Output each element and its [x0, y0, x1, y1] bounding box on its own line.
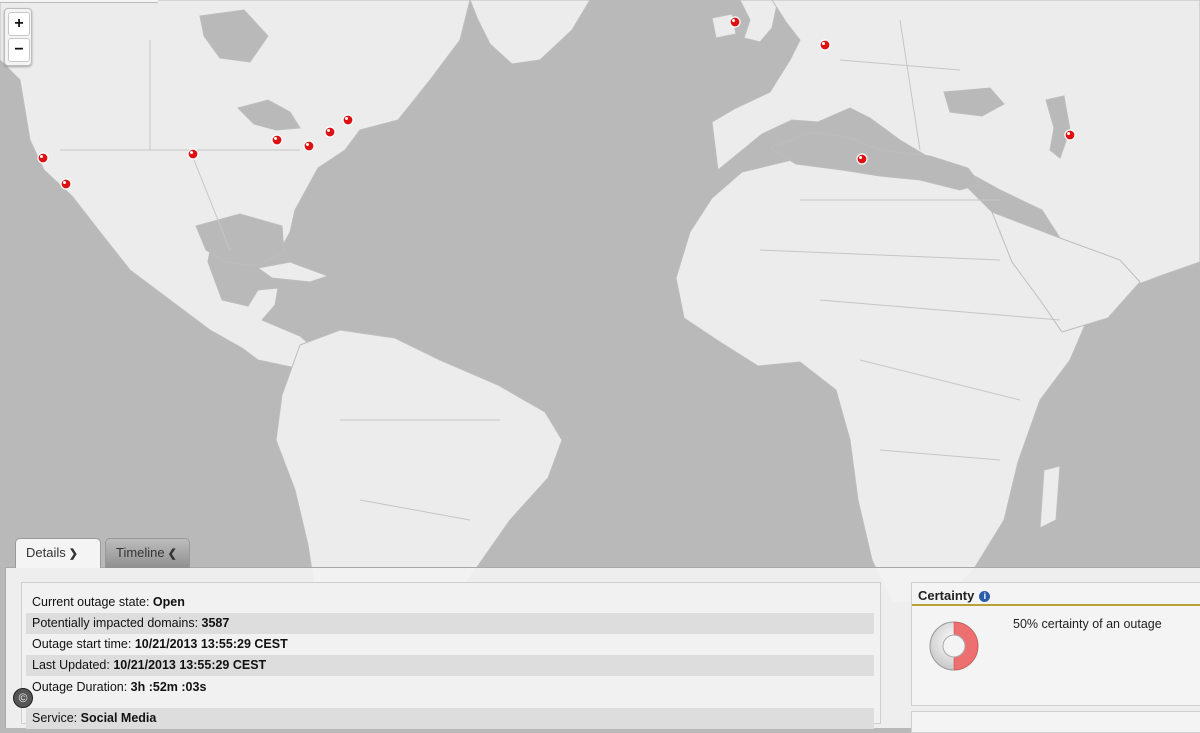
marker-germany-highlight — [822, 42, 825, 45]
detail-row-start-time: Outage start time: 10/21/2013 13:55:29 C… — [26, 634, 874, 655]
chevron-up-icon: ❮ — [167, 548, 177, 560]
detail-value: Social Media — [80, 711, 157, 725]
marker-east-coast-1-highlight — [327, 129, 330, 132]
marker-california-south[interactable] — [60, 178, 72, 190]
marker-ireland[interactable] — [729, 16, 741, 28]
detail-row-state: Current outage state: Open — [26, 592, 874, 613]
marker-azerbaijan[interactable] — [1064, 129, 1076, 141]
detail-label: Potentially impacted domains: — [32, 616, 202, 630]
marker-california-north-highlight — [40, 155, 43, 158]
certainty-text: 50% certainty of an outage — [1013, 617, 1162, 631]
detail-label: Outage Duration: — [32, 680, 131, 694]
marker-mid-atlantic[interactable] — [303, 140, 315, 152]
donut-hole — [942, 634, 966, 658]
tab-details-label: Details — [26, 545, 66, 560]
marker-midwest[interactable] — [271, 134, 283, 146]
detail-row-last-updated: Last Updated: 10/21/2013 13:55:29 CEST — [26, 655, 874, 676]
marker-east-coast-2-highlight — [345, 117, 348, 120]
detail-value: 3h :52m :03s — [130, 680, 207, 694]
detail-value: 10/21/2013 13:55:29 CEST — [113, 658, 267, 672]
certainty-title: Certainty i — [918, 588, 991, 603]
chevron-down-icon: ❯ — [68, 548, 78, 560]
marker-california-south-highlight — [63, 181, 66, 184]
tab-details[interactable]: Details ❯ — [15, 538, 101, 568]
marker-mid-atlantic-highlight — [306, 143, 309, 146]
detail-value: Open — [152, 595, 185, 609]
info-icon[interactable]: i — [979, 591, 991, 602]
tab-timeline[interactable]: Timeline ❮ — [105, 538, 190, 568]
marker-azerbaijan-highlight — [1067, 132, 1070, 135]
zoom-out-button[interactable]: − — [8, 38, 30, 62]
detail-row-domains: Potentially impacted domains: 3587 — [26, 613, 874, 634]
zoom-control: + − — [4, 8, 32, 66]
zoom-in-button[interactable]: + — [8, 12, 30, 36]
detail-label: Current outage state: — [32, 595, 153, 609]
detail-value: 3587 — [201, 616, 230, 630]
marker-east-coast-2[interactable] — [342, 114, 354, 126]
detail-label: Service: — [32, 711, 81, 725]
detail-label: Last Updated: — [32, 658, 114, 672]
detail-label: Outage start time: — [32, 637, 135, 651]
marker-midwest-highlight — [274, 137, 277, 140]
marker-east-coast-1[interactable] — [324, 126, 336, 138]
marker-malta[interactable] — [856, 153, 868, 165]
marker-ireland-highlight — [732, 19, 735, 22]
marker-central-us-highlight — [190, 151, 193, 154]
marker-california-north[interactable] — [37, 152, 49, 164]
top-toolbar-edge — [0, 0, 158, 3]
detail-row-duration: Outage Duration: 3h :52m :03s — [26, 677, 874, 698]
tab-timeline-label: Timeline — [116, 545, 165, 560]
detail-row-service: Service: Social Media — [26, 708, 874, 729]
copyright-icon[interactable]: © — [13, 688, 33, 708]
certainty-divider — [912, 604, 1200, 606]
probable-cause-box — [911, 711, 1200, 733]
certainty-title-text: Certainty — [918, 588, 975, 603]
marker-central-us[interactable] — [187, 148, 199, 160]
certainty-donut-chart — [929, 621, 979, 671]
marker-germany[interactable] — [819, 39, 831, 51]
detail-value: 10/21/2013 13:55:29 CEST — [134, 637, 288, 651]
marker-malta-highlight — [859, 156, 862, 159]
